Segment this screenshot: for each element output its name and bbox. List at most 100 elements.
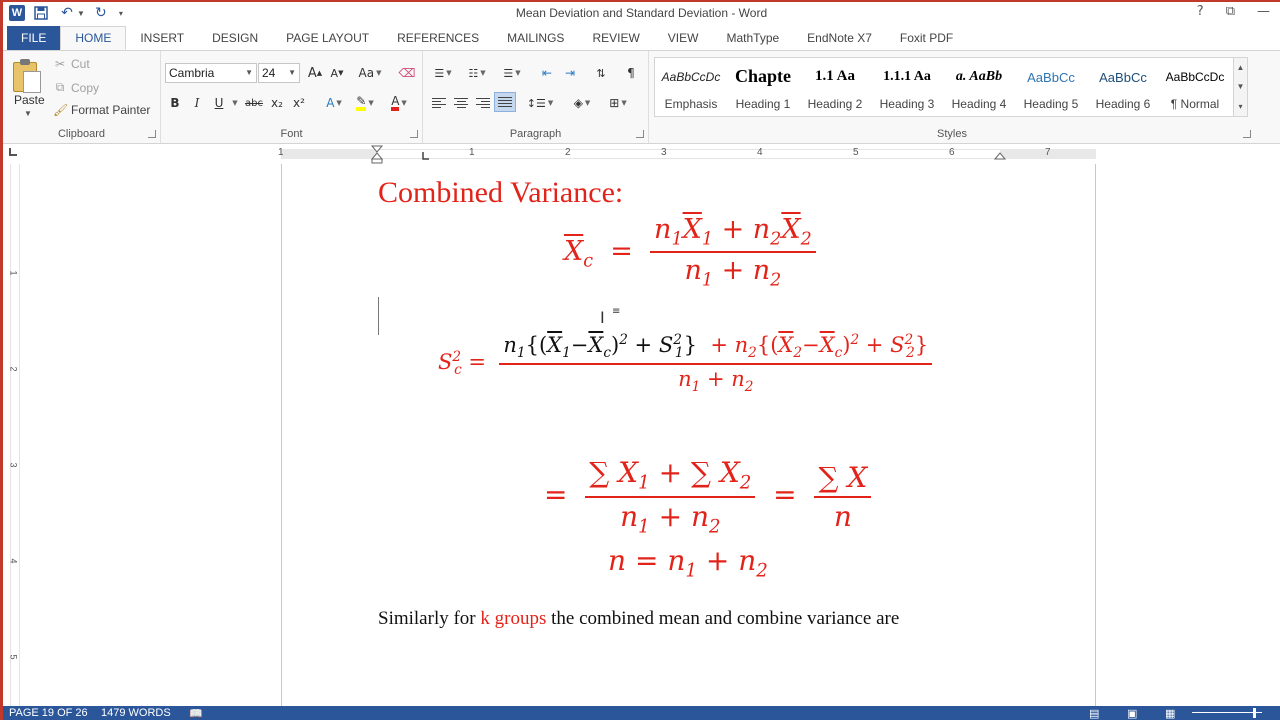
font-color-button[interactable]: A ▼: [385, 93, 413, 113]
clipboard-launcher-icon[interactable]: [148, 130, 156, 138]
paste-dropdown-icon[interactable]: ▼: [24, 109, 32, 118]
tab-review[interactable]: REVIEW: [578, 26, 653, 50]
chevron-up-icon[interactable]: ▲: [1237, 63, 1245, 72]
document-canvas[interactable]: Combined Variance: Xc = n1X1 + n2X2 n1 +…: [25, 164, 1280, 720]
font-name-combo[interactable]: Cambria ▼: [165, 63, 257, 83]
read-mode-icon[interactable]: ▤: [1089, 707, 1099, 720]
strikethrough-button[interactable]: abc: [243, 93, 265, 113]
style-sample: 1.1.1 Aa: [883, 69, 931, 84]
sum-form-equation[interactable]: = ∑ X1 + ∑ X2 n1 + n2 = ∑ X n: [544, 456, 872, 537]
vertical-ruler[interactable]: 1 2 3 4 5: [3, 164, 25, 706]
tab-mathtype[interactable]: MathType: [712, 26, 793, 50]
align-center-button[interactable]: [451, 93, 471, 113]
copy-icon: ⧉: [55, 80, 65, 94]
tab-file[interactable]: FILE: [7, 26, 61, 50]
align-left-button[interactable]: [429, 93, 449, 113]
bold-button[interactable]: B: [165, 93, 185, 113]
align-right-button[interactable]: [473, 93, 493, 113]
styles-launcher-icon[interactable]: [1243, 130, 1251, 138]
tab-endnote[interactable]: EndNote X7: [793, 26, 886, 50]
italic-button[interactable]: I: [187, 93, 207, 113]
body-paragraph[interactable]: Similarly for k groups the combined mean…: [378, 608, 899, 630]
right-indent-marker-icon[interactable]: [994, 152, 1006, 160]
tab-foxit-pdf[interactable]: Foxit PDF: [886, 26, 967, 50]
tab-design[interactable]: DESIGN: [198, 26, 272, 50]
zoom-slider-thumb[interactable]: [1253, 708, 1256, 718]
minimize-button[interactable]: —: [1257, 4, 1270, 19]
tab-selector-icon[interactable]: [9, 148, 17, 156]
style-heading-6[interactable]: AaBbCc Heading 6: [1087, 58, 1159, 116]
ruler-number: 3: [661, 147, 667, 158]
cut-button[interactable]: ✂ Cut: [53, 57, 90, 71]
tab-mailings[interactable]: MAILINGS: [493, 26, 578, 50]
total-count-equation[interactable]: n = n1 + n2: [608, 544, 768, 582]
font-size-combo[interactable]: 24 ▼: [258, 63, 300, 83]
grow-font-button[interactable]: A ▲: [305, 63, 325, 83]
title-bar: W ↶ ▼ ↻ ▾ Mean Deviation and Standard De…: [3, 0, 1280, 26]
zoom-slider[interactable]: [1192, 712, 1262, 713]
paste-button[interactable]: Paste: [14, 93, 45, 107]
web-layout-icon[interactable]: ▦: [1165, 707, 1175, 720]
multilevel-list-button[interactable]: ☰ ▼: [497, 63, 527, 83]
style-heading-4[interactable]: a. AaBb Heading 4: [943, 58, 1015, 116]
tab-view[interactable]: VIEW: [654, 26, 713, 50]
show-marks-button[interactable]: ¶: [621, 63, 641, 83]
change-case-button[interactable]: Aa ▼: [355, 63, 385, 83]
bullets-button[interactable]: ☰ ▼: [429, 63, 457, 83]
highlight-color-button[interactable]: ✎ ▼: [351, 93, 379, 113]
print-layout-icon[interactable]: ▣: [1127, 707, 1137, 720]
help-button[interactable]: ?: [1197, 4, 1204, 19]
page-count[interactable]: PAGE 19 OF 26: [9, 707, 88, 719]
word-count[interactable]: 1479 WORDS: [101, 707, 171, 719]
style-emphasis[interactable]: AaBbCcDc Emphasis: [655, 58, 727, 116]
numbering-button[interactable]: ☷ ▼: [463, 63, 491, 83]
decrease-indent-icon: ⇤: [541, 66, 553, 80]
proofing-icon[interactable]: 📖: [189, 707, 203, 720]
font-name-value: Cambria: [169, 66, 215, 80]
style-normal[interactable]: AaBbCcDc ¶ Normal: [1159, 58, 1231, 116]
line-spacing-button[interactable]: ↕☰ ▼: [525, 93, 555, 113]
chevron-down-icon[interactable]: ▼: [1237, 82, 1245, 91]
tab-references[interactable]: REFERENCES: [383, 26, 493, 50]
style-heading-3[interactable]: 1.1.1 Aa Heading 3: [871, 58, 943, 116]
ruler-number: 2: [565, 147, 571, 158]
shrink-font-button[interactable]: A ▼: [327, 63, 347, 83]
justify-button[interactable]: [494, 92, 516, 112]
zoom-out-icon[interactable]: −: [1195, 707, 1201, 719]
style-heading-2[interactable]: 1.1 Aa Heading 2: [799, 58, 871, 116]
paste-icon[interactable]: [13, 59, 43, 93]
combined-variance-equation[interactable]: S2c = n1{(X1−Xc)2 + S21} + n2{(X2−Xc)2 +…: [438, 332, 933, 395]
ruler-number: 7: [1045, 147, 1051, 158]
font-launcher-icon[interactable]: [410, 130, 418, 138]
paragraph-launcher-icon[interactable]: [636, 130, 644, 138]
style-heading-5[interactable]: AaBbCc Heading 5: [1015, 58, 1087, 116]
restore-ribbon-button[interactable]: ⧉: [1226, 4, 1235, 19]
word-window: W ↶ ▼ ↻ ▾ Mean Deviation and Standard De…: [0, 0, 1280, 720]
gallery-scroll[interactable]: ▲ ▼ ▾: [1233, 58, 1247, 116]
paint-bucket-icon: ◈: [573, 96, 583, 110]
superscript-button[interactable]: x²: [289, 93, 309, 113]
borders-button[interactable]: ⊞ ▼: [603, 93, 633, 113]
combined-mean-equation[interactable]: Xc = n1X1 + n2X2 n1 + n2: [564, 214, 816, 291]
format-painter-button[interactable]: 🖌 Format Painter: [53, 103, 150, 117]
tab-home[interactable]: HOME: [60, 26, 127, 50]
gallery-more-icon[interactable]: ▾: [1238, 102, 1242, 111]
shading-button[interactable]: ◈ ▼: [567, 93, 597, 113]
tab-insert[interactable]: INSERT: [126, 26, 198, 50]
indent-marker-icon[interactable]: [370, 144, 384, 164]
tab-page-layout[interactable]: PAGE LAYOUT: [272, 26, 383, 50]
horizontal-ruler[interactable]: 1 1 2 3 4 5 6 7: [3, 144, 1280, 164]
left-tab-stop-icon[interactable]: [422, 152, 430, 160]
document-page[interactable]: Combined Variance: Xc = n1X1 + n2X2 n1 +…: [281, 164, 1096, 720]
text-effects-button[interactable]: A ▼: [321, 93, 347, 113]
underline-dropdown-icon[interactable]: ▼: [229, 93, 239, 113]
style-heading-1[interactable]: Chapte Heading 1: [727, 58, 799, 116]
increase-indent-button[interactable]: ⇥: [560, 63, 580, 83]
clear-formatting-icon[interactable]: ⌫: [397, 63, 417, 83]
decrease-indent-button[interactable]: ⇤: [537, 63, 557, 83]
copy-button[interactable]: ⧉ Copy: [53, 80, 99, 95]
sort-button[interactable]: ⇅: [591, 63, 611, 83]
underline-button[interactable]: U: [209, 93, 229, 113]
subscript-button[interactable]: x₂: [267, 93, 287, 113]
style-sample: Chapte: [734, 66, 791, 86]
